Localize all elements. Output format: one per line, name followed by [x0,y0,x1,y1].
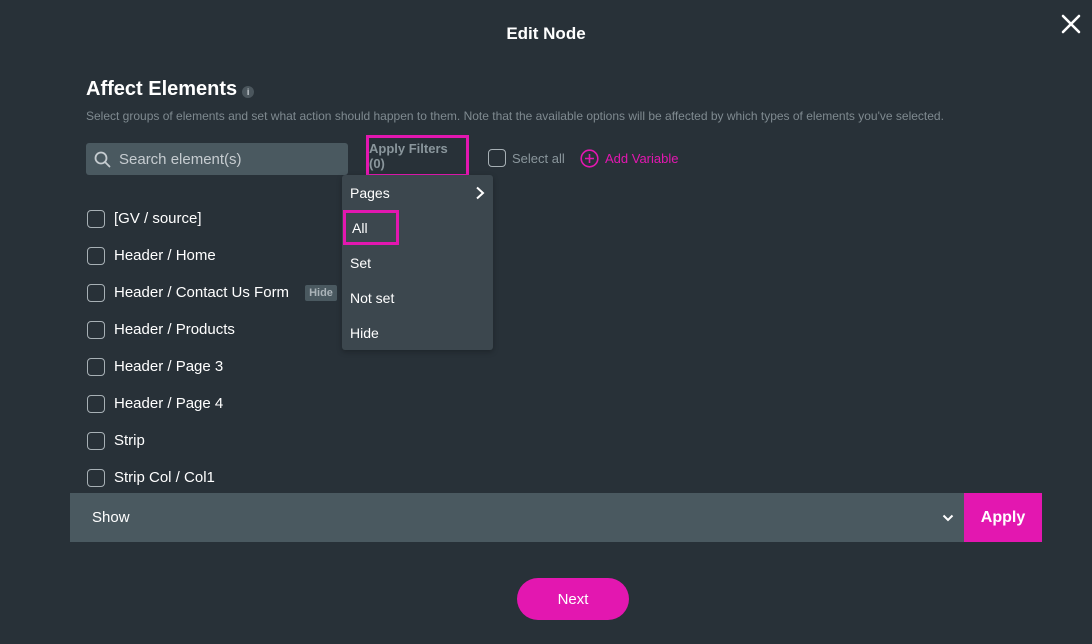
search-box[interactable] [86,143,348,175]
close-button[interactable] [1060,12,1082,36]
apply-filters-button[interactable]: Apply Filters (0) [366,135,469,177]
menu-item-label: Hide [350,324,379,341]
element-checkbox[interactable] [87,320,105,339]
element-checkbox[interactable] [87,209,105,228]
list-item[interactable]: Header / Page 4 [87,385,337,422]
close-icon [1061,14,1081,34]
list-item[interactable]: Strip Col / Col1 [87,459,337,496]
edit-node-modal: Edit Node Affect Elements i Select group… [0,0,1092,644]
list-item[interactable]: Header / Contact Us Form Hide [87,274,337,311]
element-checkbox[interactable] [87,431,105,450]
menu-item-hide[interactable]: Hide [350,315,485,350]
action-select-value: Show [92,509,130,526]
modal-title: Edit Node [506,24,586,43]
menu-item-label: All [352,219,368,236]
add-variable-button[interactable]: Add Variable [580,149,678,168]
element-checkbox[interactable] [87,357,105,376]
menu-item-label: Pages [350,184,390,201]
menu-item-pages[interactable]: Pages [350,175,485,210]
element-label: Header / Page 3 [114,358,224,375]
select-all-toggle[interactable]: Select all [488,149,565,167]
list-item[interactable]: Strip [87,422,337,459]
element-label: Header / Home [114,247,216,264]
list-item[interactable]: [GV / source] [87,200,337,237]
add-variable-label: Add Variable [605,151,679,166]
element-label: Header / Contact Us Form [114,284,290,301]
element-label: Header / Page 4 [114,395,224,412]
section-title-text: Affect Elements [86,78,238,100]
menu-item-all[interactable]: All [343,210,399,245]
action-select[interactable]: Show [70,493,964,542]
list-item[interactable]: Header / Page 3 [87,348,337,385]
select-all-checkbox[interactable] [488,149,506,167]
chevron-right-icon [476,186,485,199]
element-checkbox[interactable] [87,246,105,265]
element-label: [GV / source] [114,210,202,227]
select-all-label: Select all [512,150,565,166]
chevron-down-icon [942,514,954,521]
plus-circle-icon [580,149,599,168]
menu-item-set[interactable]: Set [350,245,485,280]
element-label: Strip Col / Col1 [114,469,215,486]
element-label: Strip [114,432,145,449]
list-item[interactable]: Header / Products [87,311,337,348]
section-description: Select groups of elements and set what a… [86,109,944,123]
menu-item-not-set[interactable]: Not set [350,280,485,315]
element-list: [GV / source] Header / Home Header / Con… [87,200,337,496]
info-icon[interactable]: i [242,85,255,98]
search-icon [94,151,111,167]
element-checkbox[interactable] [87,283,105,302]
section-title: Affect Elements i [86,78,255,101]
element-checkbox[interactable] [87,468,105,487]
menu-item-label: Not set [350,289,395,306]
element-checkbox[interactable] [87,394,105,413]
list-item[interactable]: Header / Home [87,237,337,274]
element-label: Header / Products [114,321,235,338]
apply-button[interactable]: Apply [964,493,1042,542]
menu-item-label: Set [350,254,372,271]
filter-dropdown-menu: Pages All Set Not set Hide [342,175,493,350]
next-button[interactable]: Next [517,578,629,620]
hide-tag: Hide [305,284,337,301]
search-input[interactable] [119,150,339,168]
